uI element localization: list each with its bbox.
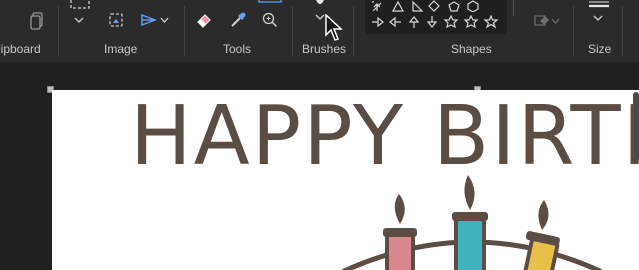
size-group-label: Size [588, 42, 612, 56]
shapes-row-1-icons[interactable] [371, 0, 503, 12]
shapes-row-2-icons[interactable] [371, 15, 503, 29]
brush-icon[interactable] [314, 0, 326, 8]
crop-image-icon[interactable] [108, 12, 124, 28]
separator [353, 6, 354, 56]
clipboard-group-label: lipboard [0, 42, 41, 56]
separator [573, 6, 574, 56]
canvas-headline-text: HAPPY BIRTH [130, 90, 639, 184]
flip-rotate-icon[interactable] [141, 13, 157, 27]
separator [184, 6, 185, 56]
vertical-scrollbar[interactable] [633, 92, 639, 162]
color-picker-icon[interactable] [229, 11, 247, 29]
flip-chevron-down-icon[interactable] [160, 17, 169, 24]
birthday-cake-illustration [342, 175, 602, 270]
size-chevron-down-icon[interactable] [593, 15, 603, 22]
size-lines-icon[interactable] [587, 0, 611, 10]
active-tool-highlight [258, 0, 282, 3]
ribbon-toolbar: lipboard Image Tools Brushes Shapes Size [0, 0, 639, 62]
mouse-cursor-icon [325, 14, 343, 41]
brush-chevron-down-icon[interactable] [315, 14, 325, 21]
canvas-page[interactable]: HAPPY BIRTH [52, 90, 639, 270]
copy-icon[interactable] [30, 12, 44, 30]
brushes-group-label: Brushes [302, 42, 347, 56]
separator [622, 6, 623, 56]
yellow-candle-icon [522, 200, 560, 270]
select-chevron-down-icon[interactable] [74, 16, 84, 24]
gallery-scroll-separator [513, 0, 514, 16]
shapes-group-label: Shapes [451, 42, 492, 56]
separator [292, 6, 293, 56]
shape-fill-chevron-down-icon[interactable] [551, 18, 560, 25]
separator [58, 6, 59, 56]
shape-fill-icon[interactable] [534, 13, 550, 27]
magnifier-icon[interactable] [262, 12, 278, 28]
pink-candle-icon [383, 194, 417, 270]
tools-group-label: Tools [223, 42, 252, 56]
image-group-label: Image [104, 42, 138, 56]
teal-candle-icon [452, 175, 488, 270]
eraser-icon[interactable] [195, 11, 213, 29]
select-icon[interactable] [69, 0, 91, 10]
